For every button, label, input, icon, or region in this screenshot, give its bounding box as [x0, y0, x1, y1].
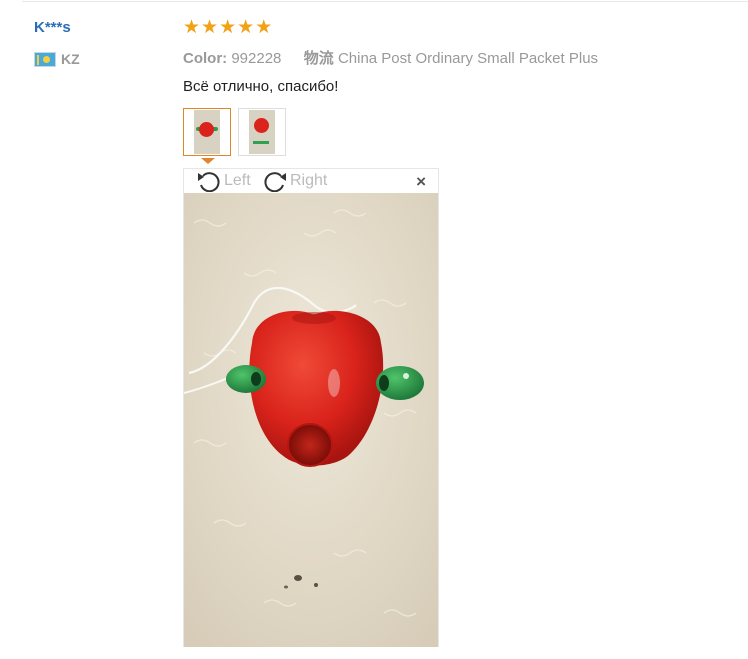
color-value: 992228	[231, 50, 282, 67]
star-icon: ★	[201, 17, 219, 38]
reviewer-country: KZ	[34, 51, 80, 67]
order-info: Color: 992228 物流 China Post Ordinary Sma…	[183, 47, 598, 68]
photo-viewer: Left Right ×	[183, 168, 439, 647]
shipping-key: 物流	[303, 50, 334, 67]
star-icon: ★	[183, 17, 201, 38]
review-text: Всё отлично, спасибо!	[183, 78, 339, 95]
photo-thumbnails	[183, 108, 286, 156]
star-icon: ★	[237, 17, 255, 38]
thumbnail-image	[249, 110, 275, 154]
thumbnail-image	[194, 110, 220, 154]
star-rating: ★ ★ ★ ★ ★	[183, 18, 272, 38]
shipping-value: China Post Ordinary Small Packet Plus	[337, 50, 599, 67]
active-thumbnail-caret	[201, 158, 215, 164]
apple-toy-photo	[184, 193, 438, 647]
thumbnail-1[interactable]	[183, 108, 231, 156]
close-icon[interactable]: ×	[416, 173, 426, 190]
rotate-right-icon	[264, 172, 286, 192]
rotate-left-label: Left	[224, 172, 251, 189]
rotate-right-label: Right	[290, 172, 328, 189]
star-icon: ★	[219, 17, 237, 38]
country-code: KZ	[61, 51, 80, 67]
rotate-right-button[interactable]: Right	[262, 170, 327, 192]
review-photo	[184, 193, 438, 647]
star-icon: ★	[255, 17, 273, 38]
rotate-left-icon	[198, 172, 220, 192]
color-key: Color:	[183, 50, 228, 67]
top-divider	[22, 1, 748, 2]
rotate-left-button[interactable]: Left	[196, 170, 251, 192]
reviewer-name[interactable]: K***s	[34, 19, 71, 36]
kz-flag-icon	[34, 51, 56, 67]
thumbnail-2[interactable]	[238, 108, 286, 156]
viewer-toolbar: Left Right ×	[184, 169, 438, 193]
